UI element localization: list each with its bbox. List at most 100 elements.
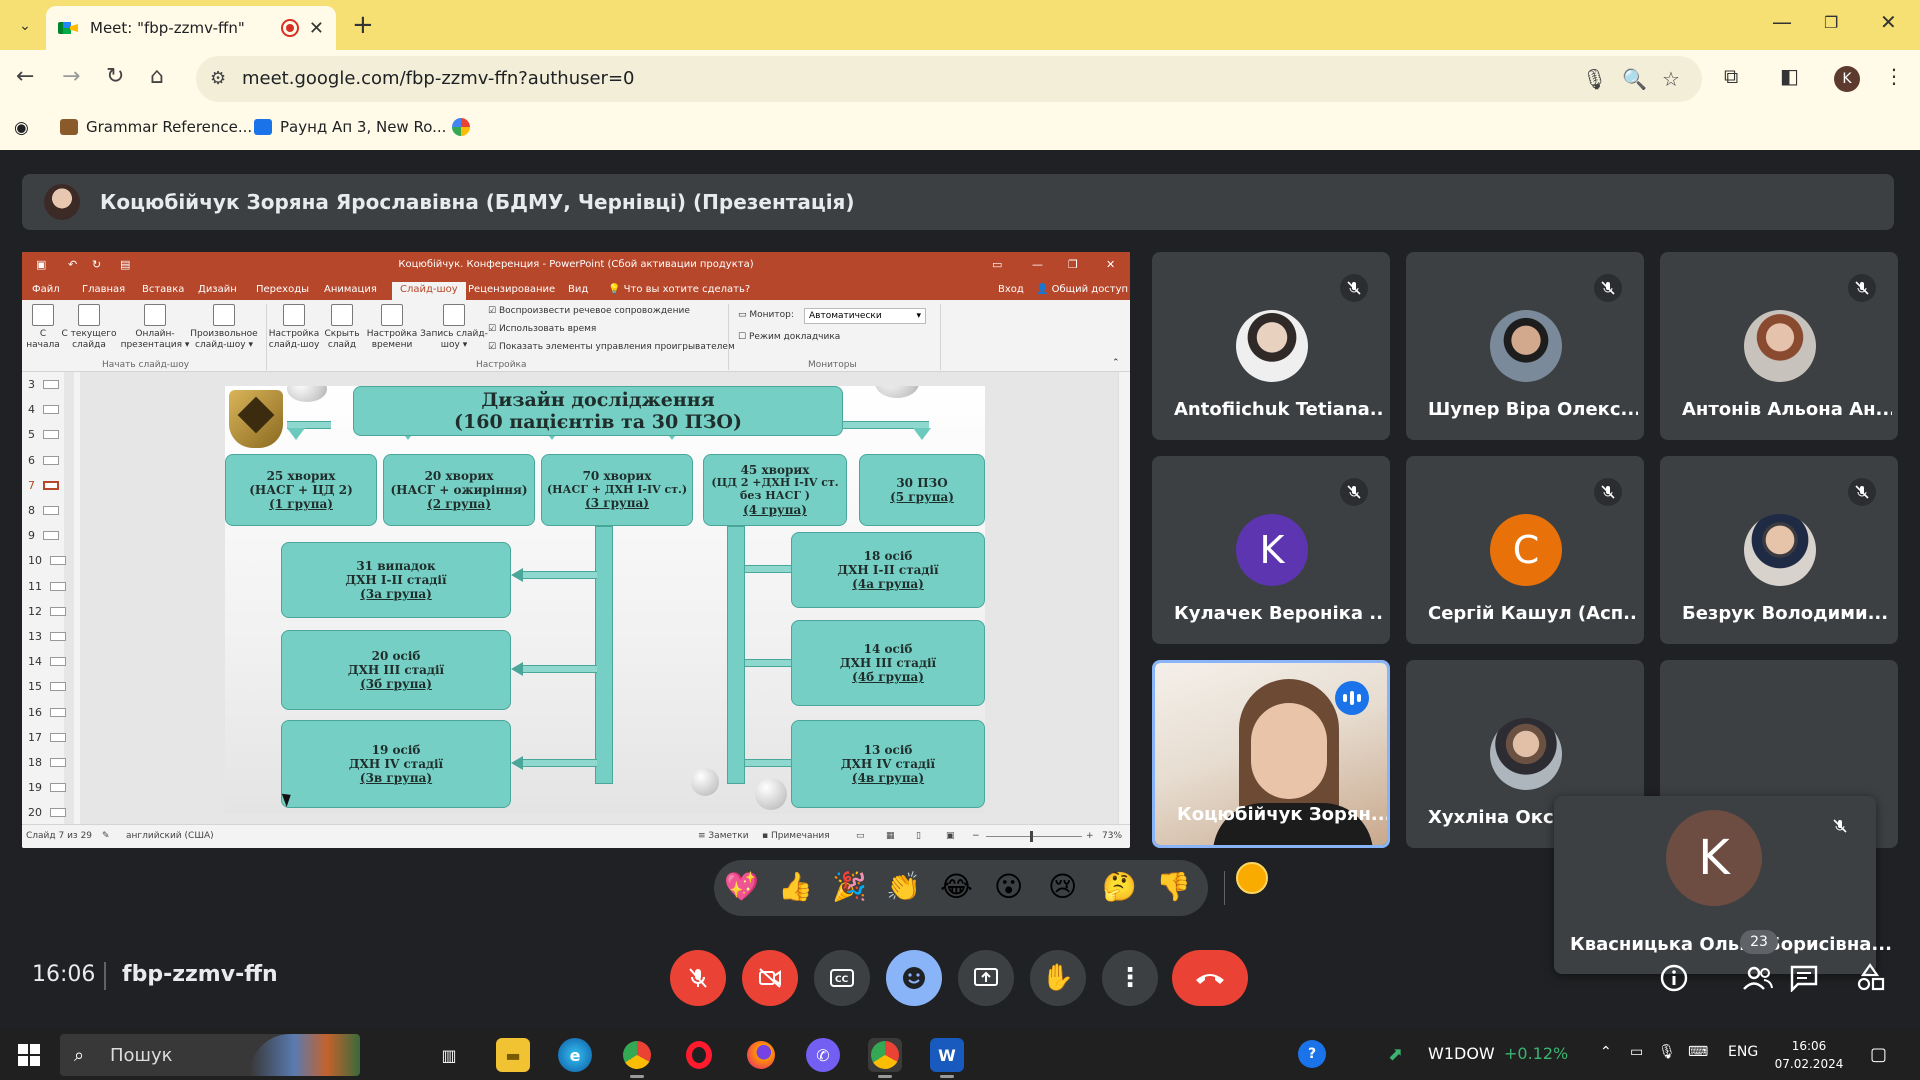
participant-tile-5[interactable]: C Сергій Кашул (Асп... (1406, 456, 1644, 644)
browser-tab-meet[interactable]: Meet: "fbp-zzmv-ffn" ✕ (46, 6, 336, 50)
side-panel-icon[interactable]: ◧ (1780, 64, 1799, 88)
tray-overflow-icon[interactable]: ⌃ (1600, 1044, 1612, 1060)
language-indicator[interactable]: ENG (1728, 1044, 1758, 1060)
microphone-icon[interactable]: 🎙 (1582, 67, 1607, 91)
new-tab-button[interactable]: + (352, 10, 374, 40)
site-settings-icon[interactable]: ⚙ (210, 68, 226, 89)
task-view-icon[interactable]: ▥ (432, 1038, 466, 1072)
opera-icon[interactable] (682, 1038, 716, 1072)
participant-tile-4[interactable]: K Кулачек Вероніка ... (1152, 456, 1390, 644)
minimize-icon[interactable]: — (1772, 10, 1792, 34)
keyboard-icon[interactable]: ⌨ (1688, 1044, 1708, 1060)
slide-number: 7 (28, 478, 35, 492)
down-arrow (287, 428, 305, 440)
reaction-sad[interactable]: 😢 (1048, 870, 1077, 903)
more-options-button[interactable]: ⋮ (1102, 950, 1158, 1006)
stock-chart-icon: ⬈ (1388, 1044, 1404, 1065)
reaction-thumbs-up[interactable]: 👍 (778, 870, 813, 903)
taskbar-search[interactable]: ⌕ Пошук (60, 1034, 360, 1076)
file-explorer-icon[interactable]: ▬ (496, 1038, 530, 1072)
chat-button[interactable] (1786, 960, 1822, 996)
arrow-to-3a (511, 568, 597, 582)
present-screen-button[interactable] (958, 950, 1014, 1006)
tab-search-chevron-icon[interactable]: ⌄ (10, 11, 40, 41)
tab-close-icon[interactable]: ✕ (309, 18, 324, 39)
restore-icon[interactable]: ❐ (1824, 13, 1838, 32)
bookmark-roundup[interactable]: Раунд Ап 3, New Ro... (254, 118, 446, 136)
slide-number: 16 (28, 705, 42, 719)
bookmark-grammar[interactable]: Grammar Reference... (60, 118, 252, 136)
reaction-clap[interactable]: 👏 (886, 870, 921, 903)
notifications-icon[interactable]: ▢ (1870, 1044, 1887, 1065)
more-vert-icon: ⋮ (1117, 963, 1143, 993)
setup-show-button: Настройка слайд-шоу (266, 304, 322, 352)
word-icon[interactable]: W (930, 1038, 964, 1078)
windows-start-icon[interactable] (18, 1044, 40, 1066)
participant-avatar (1490, 718, 1562, 790)
system-clock[interactable]: 16:06 07.02.2024 (1766, 1037, 1852, 1073)
profile-avatar[interactable]: K (1834, 66, 1860, 92)
reactions-button[interactable] (886, 950, 942, 1006)
raise-hand-button[interactable]: ✋ (1030, 950, 1086, 1006)
lightbulb-icon: 💡 (608, 284, 624, 295)
people-button[interactable] (1740, 960, 1776, 996)
zoom-icon[interactable]: 🔍 (1622, 67, 1647, 91)
mic-toggle-button[interactable] (670, 950, 726, 1006)
from-start-button: С начала (26, 304, 60, 352)
meeting-info-button[interactable] (1656, 960, 1692, 996)
chrome-profile-icon[interactable] (868, 1038, 902, 1078)
online-present-button: Онлайн- презентация ▾ (120, 304, 190, 352)
home-icon[interactable]: ⌂ (150, 64, 164, 89)
reaction-surprised[interactable]: 😮 (994, 870, 1023, 903)
participant-tile-3[interactable]: Антонів Альона Ан... (1660, 252, 1898, 440)
reaction-heart[interactable]: 💖 (724, 870, 759, 903)
viber-icon[interactable]: ✆ (806, 1038, 840, 1072)
dropdown-arrow-icon: ▾ (916, 311, 921, 321)
participant-tile-presenter[interactable]: Коцюбійчук Зорян... (1152, 660, 1390, 848)
forward-icon[interactable]: → (62, 64, 80, 89)
reaction-party[interactable]: 🎉 (832, 870, 867, 903)
camera-toggle-button[interactable] (742, 950, 798, 1006)
raise-hand-icon: ✋ (1041, 963, 1075, 993)
chrome-icon[interactable] (620, 1038, 654, 1078)
window-close-icon[interactable]: ✕ (1880, 10, 1897, 34)
participant-tile-1[interactable]: Antofiichuk Tetiana... (1152, 252, 1390, 440)
extensions-icon[interactable]: ⧉ (1724, 64, 1738, 88)
stock-change: +0.12% (1504, 1044, 1569, 1063)
reaction-thinking[interactable]: 🤔 (1102, 870, 1137, 903)
comments-button: ▪ Примечания (762, 831, 830, 841)
person-icon: 👤 (1036, 284, 1052, 295)
bookmark-star-icon[interactable]: ☆ (1662, 67, 1680, 91)
skin-tone-selector[interactable] (1236, 862, 1268, 894)
browser-menu-icon[interactable]: ⋮ (1884, 64, 1904, 88)
help-icon[interactable]: ? (1298, 1040, 1326, 1068)
stock-ticker[interactable]: W1DOW (1428, 1044, 1495, 1063)
subgroup-4v-box: 13 осіб ДХН ІV стадії (4в група) (791, 720, 985, 808)
participant-tile-6[interactable]: Безрук Володими... (1660, 456, 1898, 644)
shared-screen-powerpoint[interactable]: ▣ ↶ ↻ ▤ Коцюбійчук. Конференция - PowerP… (22, 252, 1130, 848)
google-photos-icon[interactable] (452, 118, 470, 136)
monitor-icon: ▭ (738, 310, 750, 320)
slide-thumbnail: 11 (28, 580, 66, 593)
ribbon-options-icon: ▭ (992, 258, 1003, 271)
leave-call-button[interactable] (1172, 950, 1248, 1006)
meet-camera-tray-icon[interactable]: ▭ (1630, 1044, 1643, 1060)
slide-number: 9 (28, 529, 35, 543)
microphone-tray-icon[interactable]: 🎙 (1658, 1044, 1676, 1060)
reload-icon[interactable]: ↻ (106, 64, 124, 89)
reaction-laugh[interactable]: 😂 (940, 870, 973, 903)
firefox-icon[interactable] (744, 1038, 778, 1072)
ppt-close-icon: ✕ (1106, 258, 1116, 271)
back-icon[interactable]: ← (16, 64, 34, 89)
captions-button[interactable]: CC (814, 950, 870, 1006)
address-bar[interactable]: ⚙ meet.google.com/fbp-zzmv-ffn?authuser=… (196, 56, 1702, 102)
web-globe-icon[interactable]: ◉ (14, 118, 29, 138)
reaction-thumbs-down[interactable]: 👎 (1156, 870, 1191, 903)
participant-tile-floating[interactable]: K Квасницька Ольга Борисівна... (1554, 796, 1892, 974)
participant-tile-2[interactable]: Шупер Віра Олекс... (1406, 252, 1644, 440)
group-4-box: 45 хворих (ЦД 2 +ДХН І-ІV ст. без НАСГ )… (703, 454, 847, 526)
url-text[interactable]: meet.google.com/fbp-zzmv-ffn?authuser=0 (242, 68, 634, 89)
activities-button[interactable] (1852, 960, 1888, 996)
edge-browser-icon[interactable]: e (558, 1038, 592, 1072)
record-show-button: Запись слайд- шоу ▾ (418, 304, 490, 352)
